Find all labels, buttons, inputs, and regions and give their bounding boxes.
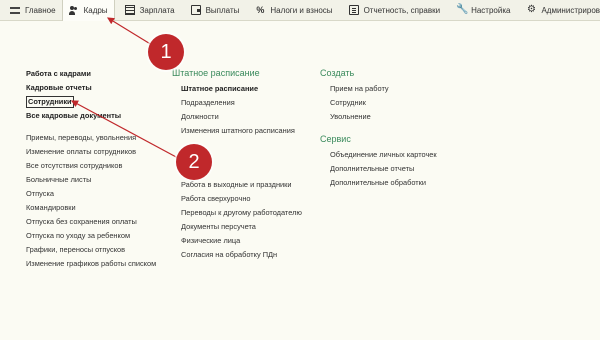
link-rabota-sverhurochno[interactable]: Работа сверхурочно: [181, 192, 302, 206]
tab-label: Выплаты: [205, 5, 240, 15]
wrench-icon: 🔧: [456, 4, 469, 15]
link-uvolnenie[interactable]: Увольнение: [330, 110, 437, 124]
link-sotrudnik[interactable]: Сотрудник: [330, 96, 437, 110]
link-kadrovye-otchety[interactable]: Кадровые отчеты: [26, 81, 156, 95]
tab-label: Главное: [25, 5, 56, 15]
link-rabota-s-kadrami[interactable]: Работа с кадрами: [26, 67, 156, 81]
link-dopolnitelnye-otchety[interactable]: Дополнительные отчеты: [330, 162, 437, 176]
middle-column: Штатное расписание Штатное расписание По…: [172, 64, 295, 138]
tab-main[interactable]: Главное: [0, 0, 62, 20]
link-bolnichnye[interactable]: Больничные листы: [26, 173, 156, 187]
link-otpuska[interactable]: Отпуска: [26, 187, 156, 201]
tab-zarplata[interactable]: Зарплата: [115, 0, 181, 20]
link-dolzhnosti[interactable]: Должности: [181, 110, 295, 124]
link-izmeneniya-shtatnogo[interactable]: Изменения штатного расписания: [181, 124, 295, 138]
top-menu-bar: Главное Кадры Зарплата Выплаты % Налоги …: [0, 0, 600, 21]
annotation-marker-2: 2: [176, 144, 212, 180]
tab-label: Администрирование: [541, 5, 600, 15]
calculator-icon: [124, 5, 135, 15]
right-column: Создать Прием на работу Сотрудник Увольн…: [320, 64, 437, 190]
link-sotrudniki-label: Сотрудники: [26, 96, 74, 108]
tab-nalogi[interactable]: % Налоги и взносы: [245, 0, 338, 20]
gear-icon: ⚙: [526, 4, 536, 15]
people-icon: [68, 5, 79, 16]
middle-column-lower: Работа в выходные и праздники Работа све…: [181, 178, 302, 262]
link-izmenenie-oplaty[interactable]: Изменение оплаты сотрудников: [26, 145, 156, 159]
wallet-icon: [190, 5, 201, 15]
tab-label: Кадры: [83, 6, 108, 15]
link-perevody[interactable]: Переводы к другому работодателю: [181, 206, 302, 220]
section-heading-shtatnoe: Штатное расписание: [172, 68, 260, 78]
tab-label: Отчетность, справки: [363, 5, 441, 15]
link-shtatnoe-raspisanie[interactable]: Штатное расписание: [181, 82, 295, 96]
section-heading-servis: Сервис: [320, 134, 351, 144]
link-fizicheskie-litsa[interactable]: Физические лица: [181, 234, 302, 248]
percent-icon: %: [256, 5, 265, 15]
tab-vyplaty[interactable]: Выплаты: [181, 0, 246, 20]
link-soglasiya-pdn[interactable]: Согласия на обработку ПДн: [181, 248, 302, 262]
link-dopolnitelnye-obrabotki[interactable]: Дополнительные обработки: [330, 176, 437, 190]
link-sotrudniki[interactable]: Сотрудники: [26, 95, 156, 109]
link-otpuska-bez-oplaty[interactable]: Отпуска без сохранения оплаты: [26, 215, 156, 229]
annotation-marker-1: 1: [148, 34, 184, 70]
link-vse-kadrovye-dokumenty[interactable]: Все кадровые документы: [26, 109, 156, 123]
tab-label: Настройка: [471, 5, 511, 15]
link-vse-otsutstviya[interactable]: Все отсутствия сотрудников: [26, 159, 156, 173]
link-priemy[interactable]: Приемы, переводы, увольнения: [26, 131, 156, 145]
section-heading-sozdat: Создать: [320, 68, 355, 78]
link-otpuska-po-uhodu[interactable]: Отпуска по уходу за ребенком: [26, 229, 156, 243]
tab-otchetnost[interactable]: Отчетность, справки: [339, 0, 447, 20]
left-column: Работа с кадрами Кадровые отчеты Сотрудн…: [26, 67, 156, 271]
report-icon: [348, 5, 359, 15]
link-rabota-v-vyhodnye[interactable]: Работа в выходные и праздники: [181, 178, 302, 192]
link-obedinenie-kartochek[interactable]: Объединение личных карточек: [330, 148, 437, 162]
link-podrazdeleniya[interactable]: Подразделения: [181, 96, 295, 110]
tab-label: Налоги и взносы: [270, 5, 333, 15]
annotation-arrow-1: [106, 17, 153, 46]
link-izmenenie-grafikov[interactable]: Изменение графиков работы списком: [26, 257, 156, 271]
tab-kadry[interactable]: Кадры: [61, 0, 115, 21]
link-komandirovki[interactable]: Командировки: [26, 201, 156, 215]
link-dokumenty-persucheta[interactable]: Документы персучета: [181, 220, 302, 234]
tab-nastroyka[interactable]: 🔧 Настройка: [446, 0, 516, 20]
tab-administrirovanie[interactable]: ⚙ Администрирование: [516, 0, 600, 20]
link-grafiki-otpuskov[interactable]: Графики, переносы отпусков: [26, 243, 156, 257]
tab-label: Зарплата: [139, 5, 175, 15]
menu-icon: [10, 6, 20, 14]
link-priem-na-rabotu[interactable]: Прием на работу: [330, 82, 437, 96]
